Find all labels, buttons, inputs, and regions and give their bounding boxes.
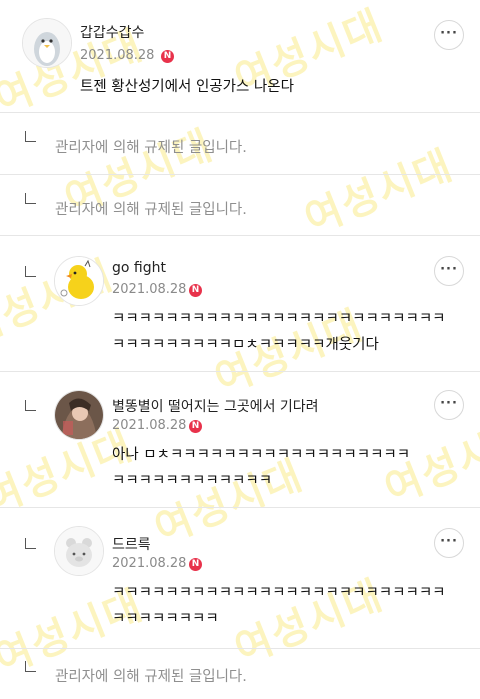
comment-nickname[interactable]: 별똥별이 떨어지는 그곳에서 기다려 (112, 396, 319, 416)
comment-text: 트젠 황산성기에서 인공가스 나온다 (80, 79, 294, 95)
reply-item: 드르륵 2021.08.28 N ··· ㅋㅋㅋㅋㅋㅋㅋㅋㅋㅋㅋㅋㅋㅋㅋㅋㅋㅋㅋ… (0, 508, 480, 648)
reply-item: 별똥별이 떨어지는 그곳에서 기다려 2021.08.28 N ··· 아나 ㅁ… (0, 372, 480, 506)
comment-date: 2021.08.28 (112, 418, 187, 433)
new-badge: N (161, 50, 174, 63)
deleted-text: 관리자에 의해 규제된 글입니다. (55, 140, 247, 156)
reply-arrow-icon (25, 661, 36, 672)
comment-text: ㅋㅋㅋㅋㅋㅋㅋㅋㅋㅋㅋㅋㅋㅋㅋㅋㅋㅋㅋㅋㅋㅋㅋㅋㅋ (112, 585, 446, 601)
comment-item: 갑갑수갑수 2021.08.28 N ··· 트젠 황산성기에서 인공가스 나온… (0, 0, 480, 110)
comment-text: ㅋㅋㅋㅋㅋㅋㅋㅋㅋㅁㅊㅋㅋㅋㅋㅋ개웃기다 (112, 337, 379, 353)
new-badge: N (189, 284, 202, 297)
deleted-text: 관리자에 의해 규제된 글입니다. (55, 669, 247, 685)
more-icon: ··· (440, 534, 458, 549)
penguin-avatar[interactable] (22, 18, 72, 68)
comment-date: 2021.08.28 (80, 48, 155, 63)
comment-nickname[interactable]: 드르륵 (112, 534, 151, 554)
comment-text: ㅋㅋㅋㅋㅋㅋㅋㅋㅋㅋㅋㅋㅋㅋㅋㅋㅋㅋㅋㅋㅋㅋㅋㅋㅋ (112, 311, 446, 327)
character-avatar[interactable] (54, 390, 104, 440)
reply-arrow-icon (25, 193, 36, 204)
more-icon: ··· (440, 396, 458, 411)
deleted-reply: 관리자에 의해 규제된 글입니다. (0, 175, 480, 235)
reply-arrow-icon (25, 131, 36, 142)
comment-date: 2021.08.28 (112, 282, 187, 297)
more-button[interactable]: ··· (434, 20, 464, 50)
comment-text: 아나 ㅁㅊㅋㅋㅋㅋㅋㅋㅋㅋㅋㅋㅋㅋㅋㅋㅋㅋㅋㅋ (112, 447, 411, 463)
more-icon: ··· (440, 262, 458, 277)
more-button[interactable]: ··· (434, 390, 464, 420)
more-icon: ··· (440, 26, 458, 41)
reply-arrow-icon (25, 266, 36, 277)
deleted-reply: 관리자에 의해 규제된 글입니다. (0, 649, 480, 699)
new-badge: N (189, 558, 202, 571)
reply-arrow-icon (25, 400, 36, 411)
comment-date: 2021.08.28 (112, 556, 187, 571)
reply-arrow-icon (25, 538, 36, 549)
comment-text: ㅋㅋㅋㅋㅋㅋㅋㅋㅋㅋㅋㅋ (112, 473, 273, 489)
more-button[interactable]: ··· (434, 528, 464, 558)
deleted-text: 관리자에 의해 규제된 글입니다. (55, 202, 247, 218)
comment-text: ㅋㅋㅋㅋㅋㅋㅋㅋ (112, 611, 219, 627)
new-badge: N (189, 420, 202, 433)
duck-avatar[interactable] (54, 256, 104, 306)
bear-avatar[interactable] (54, 526, 104, 576)
reply-item: go fight 2021.08.28 N ··· ㅋㅋㅋㅋㅋㅋㅋㅋㅋㅋㅋㅋㅋㅋ… (0, 236, 480, 370)
comment-nickname[interactable]: go fight (112, 260, 166, 276)
deleted-reply: 관리자에 의해 규제된 글입니다. (0, 113, 480, 173)
more-button[interactable]: ··· (434, 256, 464, 286)
comment-nickname[interactable]: 갑갑수갑수 (80, 22, 144, 42)
